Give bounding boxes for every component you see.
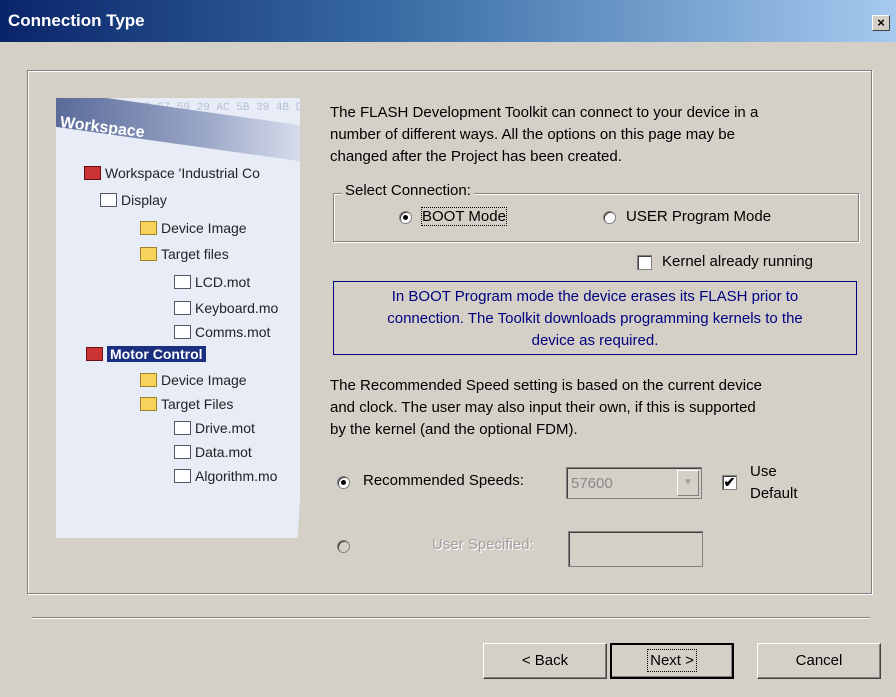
boot-mode-radio[interactable] (399, 211, 412, 224)
file-icon (174, 469, 191, 483)
intro-line: number of different ways. All the option… (330, 126, 735, 143)
speed-description: The Recommended Speed setting is based o… (330, 375, 762, 441)
checkmark-icon: ✔ (723, 474, 736, 490)
cancel-button[interactable]: Cancel (757, 643, 881, 679)
button-separator (32, 617, 870, 619)
project-icon (86, 347, 103, 361)
tree-node-label: Algorithm.mo (195, 468, 278, 484)
tree-node-drive: Drive.mot (174, 420, 255, 436)
close-icon: × (877, 15, 885, 30)
use-default-line: Default (750, 485, 798, 502)
tree-node-label: Target files (161, 246, 229, 262)
recommended-speeds-dropdown[interactable]: 57600 ▼ (566, 467, 702, 499)
user-specified-label: User Specified: (432, 536, 534, 553)
tree-node-label: Workspace 'Industrial Co (105, 165, 260, 181)
tree-node-label: Comms.mot (195, 324, 271, 340)
folder-icon (140, 373, 157, 387)
tree-node-lcd: LCD.mot (174, 274, 250, 290)
use-default-line: Use (750, 463, 777, 480)
next-button-label: Next > (647, 649, 697, 672)
recommended-speeds-radio[interactable] (337, 476, 350, 489)
speed-line: by the kernel (and the optional FDM). (330, 421, 578, 438)
tree-node-label: Target Files (161, 396, 234, 412)
title-bar: Connection Type × (0, 0, 896, 42)
intro-line: The FLASH Development Toolkit can connec… (330, 104, 759, 121)
tree-node-label: Motor Control (107, 346, 206, 362)
recommended-speeds-value: 57600 (571, 475, 613, 492)
tree-node-label: Data.mot (195, 444, 252, 460)
back-button[interactable]: < Back (483, 643, 607, 679)
tree-node-display: Display (100, 192, 167, 208)
cancel-button-label: Cancel (795, 652, 843, 669)
kernel-running-checkbox[interactable] (637, 255, 652, 270)
tree-node-workspace: Workspace 'Industrial Co (84, 165, 260, 181)
close-button[interactable]: × (872, 15, 890, 31)
speed-line: and clock. The user may also input their… (330, 399, 756, 416)
info-line: In BOOT Program mode the device erases i… (391, 288, 799, 305)
speed-line: The Recommended Speed setting is based o… (330, 377, 762, 394)
tree-node-label: Keyboard.mo (195, 300, 279, 316)
folder-icon (140, 221, 157, 235)
user-mode-radio[interactable] (603, 211, 616, 224)
file-icon (174, 445, 191, 459)
user-mode-label[interactable]: USER Program Mode (626, 208, 771, 225)
tree-node-algorithm: Algorithm.mo (174, 468, 277, 484)
next-button[interactable]: Next > (610, 643, 734, 679)
workspace-illustration: 10 4B B3 4D 9B C7 59 29 AC 5B 39 4B DA F… (56, 98, 300, 538)
recommended-speeds-label[interactable]: Recommended Speeds: (363, 472, 524, 489)
file-icon (174, 275, 191, 289)
intro-text: The FLASH Development Toolkit can connec… (330, 102, 758, 168)
use-default-checkbox[interactable]: ✔ (722, 475, 737, 490)
file-icon (174, 421, 191, 435)
select-connection-legend: Select Connection: (342, 182, 474, 199)
info-line: device as required. (531, 332, 659, 349)
dropdown-arrow-icon[interactable]: ▼ (677, 470, 699, 496)
file-icon (174, 301, 191, 315)
project-icon (100, 193, 117, 207)
tree-node-device-image: Device Image (140, 220, 247, 236)
user-specified-radio[interactable] (337, 540, 350, 553)
intro-line: changed after the Project has been creat… (330, 148, 622, 165)
tree-node-label: Device Image (161, 372, 247, 388)
boot-mode-info-box: In BOOT Program mode the device erases i… (333, 281, 857, 355)
tree-node-target-files-2: Target Files (140, 396, 233, 412)
boot-mode-label[interactable]: BOOT Mode (421, 207, 507, 226)
kernel-running-label[interactable]: Kernel already running (662, 253, 813, 270)
tree-node-motor-control: Motor Control (86, 346, 206, 362)
info-line: connection. The Toolkit downloads progra… (387, 310, 803, 327)
tree-node-comms: Comms.mot (174, 324, 270, 340)
workspace-icon (84, 166, 101, 180)
tree-node-target-files: Target files (140, 246, 229, 262)
tree-node-label: Device Image (161, 220, 247, 236)
tree-node-label: Drive.mot (195, 420, 255, 436)
folder-icon (140, 397, 157, 411)
tree-node-keyboard: Keyboard.mo (174, 300, 278, 316)
tree-node-device-image-2: Device Image (140, 372, 247, 388)
back-button-label: < Back (521, 652, 569, 669)
use-default-label[interactable]: Use Default (750, 461, 798, 505)
tree-node-label: LCD.mot (195, 274, 251, 290)
user-specified-input[interactable] (568, 531, 703, 567)
window-title: Connection Type (8, 11, 145, 30)
tree-node-data: Data.mot (174, 444, 252, 460)
folder-icon (140, 247, 157, 261)
file-icon (174, 325, 191, 339)
tree-node-label: Display (121, 192, 167, 208)
